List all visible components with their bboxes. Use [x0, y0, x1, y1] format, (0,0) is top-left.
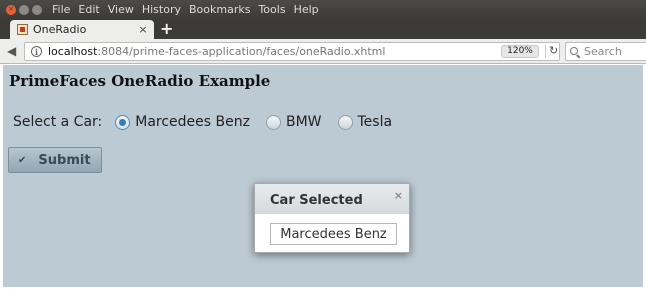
page-content: PrimeFaces OneRadio Example Select a Car… [3, 65, 643, 287]
url-bar[interactable]: i localhost:8084/prime-faces-application… [24, 42, 560, 61]
menu-view[interactable]: View [108, 3, 134, 16]
menu-edit[interactable]: Edit [78, 3, 99, 16]
url-path: :8084/prime-faces-application/faces/oneR… [97, 45, 386, 58]
dialog-title: Car Selected [270, 193, 363, 208]
radio-option-bmw[interactable]: BMW [265, 114, 322, 130]
submit-label: Submit [38, 152, 91, 168]
window-maximize-icon[interactable] [32, 4, 42, 15]
tab-oneradio[interactable]: OneRadio × [10, 20, 154, 39]
radio-button-checked[interactable] [115, 114, 131, 130]
back-arrow-icon[interactable]: ◀ [7, 44, 16, 58]
select-car-label: Select a Car: [13, 114, 103, 130]
tab-close-icon[interactable]: × [137, 23, 149, 36]
menu-tools[interactable]: Tools [258, 3, 285, 16]
navigation-bar: ◀ i localhost:8084/prime-faces-applicati… [0, 39, 646, 64]
search-placeholder: Search [584, 45, 622, 58]
zoom-level-badge[interactable]: 120% [501, 45, 539, 58]
menu-help[interactable]: Help [294, 3, 319, 16]
radio-label[interactable]: Tesla [358, 114, 393, 130]
radio-button[interactable] [265, 114, 281, 130]
dialog-header[interactable]: Car Selected × [255, 184, 409, 214]
window-close-icon[interactable]: × [6, 4, 16, 15]
url-host: localhost [48, 45, 98, 58]
menu-file[interactable]: File [52, 3, 70, 16]
radio-option-marcedees-benz[interactable]: Marcedees Benz [115, 114, 250, 130]
menu-history[interactable]: History [142, 3, 181, 16]
reload-icon[interactable]: ↻ [549, 44, 558, 57]
tab-title: OneRadio [33, 23, 87, 36]
window-controls: × [6, 4, 42, 15]
window-minimize-icon[interactable] [19, 4, 29, 15]
menu-bar: × File Edit View History Bookmarks Tools… [0, 0, 646, 19]
car-select-row: Select a Car: Marcedees Benz BMW Tesla [13, 114, 408, 130]
radio-button[interactable] [337, 114, 353, 130]
car-selected-dialog: Car Selected × Marcedees Benz [254, 183, 410, 253]
radio-label[interactable]: BMW [286, 114, 322, 130]
page-title: PrimeFaces OneRadio Example [9, 72, 271, 90]
radio-option-tesla[interactable]: Tesla [337, 114, 393, 130]
divider [545, 45, 546, 58]
submit-button[interactable]: ✔ Submit [8, 147, 102, 173]
favicon-icon [17, 24, 28, 35]
search-input[interactable]: Search [565, 42, 646, 61]
menu-bookmarks[interactable]: Bookmarks [189, 3, 250, 16]
tab-bar: OneRadio × + [0, 19, 646, 39]
new-tab-button[interactable]: + [160, 21, 173, 37]
search-icon [570, 46, 580, 57]
close-icon[interactable]: × [394, 189, 403, 202]
info-icon[interactable]: i [31, 46, 42, 57]
check-icon: ✔ [18, 154, 27, 166]
selected-car-value: Marcedees Benz [270, 223, 397, 245]
radio-label[interactable]: Marcedees Benz [135, 114, 250, 130]
